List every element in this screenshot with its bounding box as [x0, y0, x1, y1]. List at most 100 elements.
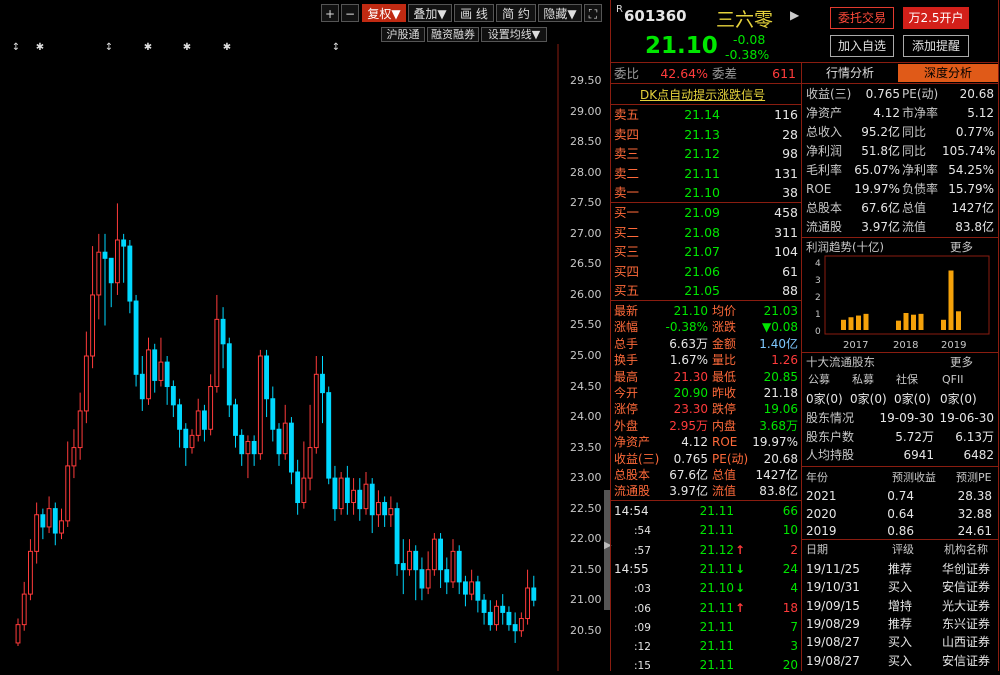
- fund-label: 流通股: [806, 220, 843, 234]
- add-watchlist-button[interactable]: 加入自选: [830, 35, 894, 57]
- event-marker[interactable]: ✱: [223, 42, 231, 53]
- stats-value: -0.38%: [665, 320, 708, 335]
- tick-volume: 20: [782, 658, 798, 673]
- price-tick-label: 29.50: [570, 74, 602, 88]
- price-tick-label: 23.50: [570, 440, 602, 454]
- tab-deep-analysis[interactable]: 深度分析: [898, 64, 998, 82]
- candle-body: [506, 611, 512, 626]
- order-volume: 38: [782, 185, 798, 200]
- profit-bar: [956, 311, 961, 330]
- ma-settings-dropdown[interactable]: 设置均线▼: [481, 27, 547, 42]
- candle: [344, 465, 350, 515]
- tick-time: :12: [634, 641, 651, 654]
- candle-body: [463, 581, 468, 595]
- holder-stats-value: 19-06-30: [939, 411, 994, 425]
- order-level-label: 卖五: [614, 107, 640, 122]
- candle-body: [28, 550, 33, 595]
- stats-value: 19.06: [763, 402, 798, 417]
- simple-mode-button[interactable]: 简 约: [496, 4, 536, 22]
- open-account-button[interactable]: 万2.5开户: [903, 7, 969, 29]
- hide-dropdown[interactable]: 隐藏▼: [538, 4, 582, 22]
- event-marker[interactable]: ↕: [12, 42, 20, 53]
- stats-label: 涨跌: [712, 320, 737, 335]
- candle-body: [469, 581, 475, 595]
- stats-label: 今开: [614, 386, 639, 400]
- stats-value: 1.67%: [669, 353, 708, 368]
- candle: [357, 478, 363, 521]
- fund-label: 净利润: [806, 144, 843, 158]
- kline-chart-area[interactable]: ↕ ✱ ↕ ✱ ✱ ✱ ↕ 29.50 29.00 28.50 28.00 27.50 27.00 26…: [0, 0, 612, 671]
- arrow-up-icon: ↑: [735, 542, 746, 557]
- stock-name: 三六零: [716, 9, 774, 31]
- tab-market-analysis[interactable]: 行情分析: [802, 64, 898, 82]
- candle: [444, 557, 450, 595]
- candlestick-chart[interactable]: ↕ ✱ ↕ ✱ ✱ ✱ ↕: [0, 0, 604, 671]
- candle-body: [257, 355, 263, 455]
- candle-body: [146, 349, 151, 400]
- price-tick-label: 25.50: [570, 318, 602, 332]
- event-marker[interactable]: ✱: [36, 42, 44, 53]
- rating-row[interactable]: 19/08/27 买入 安信证券: [806, 652, 996, 670]
- hugutong-button[interactable]: 沪股通: [381, 27, 425, 42]
- candle: [139, 356, 145, 411]
- candle: [65, 441, 71, 527]
- event-marker[interactable]: ↕: [332, 42, 340, 53]
- rating-row[interactable]: 19/08/29 推荐 东兴证券: [806, 615, 996, 633]
- margin-trading-button[interactable]: 融资融券: [427, 27, 479, 42]
- order-level-label: 卖一: [614, 185, 640, 200]
- profit-bar: [848, 317, 854, 330]
- stats-value: 67.6亿: [669, 468, 708, 482]
- candle-body: [226, 343, 232, 406]
- candle: [313, 356, 319, 454]
- overlay-dropdown[interactable]: 叠加▼: [408, 4, 452, 22]
- fund-label: 总收入: [806, 125, 843, 139]
- rating-institution: 安信证券: [942, 580, 991, 595]
- stats-value: 23.30: [673, 402, 708, 417]
- order-level-label: 买二: [614, 224, 640, 240]
- forecast-header: 年份: [806, 471, 828, 484]
- fundamentals-row: 总收入 95.2亿 同比 0.77%: [806, 123, 996, 141]
- rating-level: 增持: [888, 598, 913, 613]
- tick-row: 14:54 21.11 66: [614, 502, 800, 520]
- fuquan-dropdown[interactable]: 复权▼: [362, 4, 406, 22]
- forecast-pe: 28.38: [957, 489, 992, 503]
- next-stock-arrow-icon[interactable]: ▶: [790, 8, 799, 22]
- profit-bar: [896, 320, 901, 330]
- candle: [301, 441, 307, 509]
- rating-row[interactable]: 19/10/31 买入 安信证券: [806, 578, 996, 596]
- candle-body: [494, 605, 499, 626]
- top-holders-more-link[interactable]: 更多: [950, 354, 973, 370]
- rating-row[interactable]: 19/08/27 买入 山西证券: [806, 633, 996, 651]
- rating-level: 推荐: [888, 562, 913, 576]
- stats-row: 最新 21.10 均价 21.03: [614, 302, 800, 320]
- zoom-out-button[interactable]: −: [341, 4, 359, 22]
- current-price: 21.10: [645, 33, 718, 59]
- price-tick-label: 26.50: [570, 257, 602, 271]
- fullscreen-icon[interactable]: ⛶: [584, 4, 602, 22]
- price-tick-label: 22.50: [570, 501, 602, 515]
- add-alert-button[interactable]: 添加提醒: [903, 35, 969, 57]
- fundamentals-row: 流通股 3.97亿 流值 83.8亿: [806, 218, 996, 236]
- fund-value: 4.12: [873, 106, 900, 120]
- candle-body: [326, 392, 332, 479]
- event-marker[interactable]: ✱: [144, 42, 152, 53]
- candle-body: [214, 318, 220, 388]
- draw-line-button[interactable]: 画 线: [454, 4, 494, 22]
- event-marker[interactable]: ✱: [183, 42, 191, 53]
- rating-row[interactable]: 19/11/25 推荐 华创证券: [806, 560, 996, 578]
- rating-row[interactable]: 19/09/15 增持 光大证券: [806, 597, 996, 615]
- event-marker[interactable]: ↕: [105, 42, 113, 53]
- candle: [394, 502, 400, 576]
- zoom-in-button[interactable]: +: [321, 4, 339, 22]
- holder-type-header: QFII: [942, 373, 964, 386]
- stats-label: ROE: [712, 435, 738, 450]
- dk-signal-link[interactable]: DK点自动提示涨跌信号: [640, 86, 765, 103]
- candle: [338, 472, 344, 515]
- stats-value: 4.12: [681, 435, 708, 450]
- profit-y-tick: 3: [815, 276, 821, 286]
- trade-button[interactable]: 委托交易: [830, 7, 894, 29]
- stats-value: 3.68万: [759, 418, 798, 433]
- fund-value: 95.2亿: [861, 125, 900, 139]
- candle: [133, 294, 139, 387]
- candle-body: [251, 440, 257, 455]
